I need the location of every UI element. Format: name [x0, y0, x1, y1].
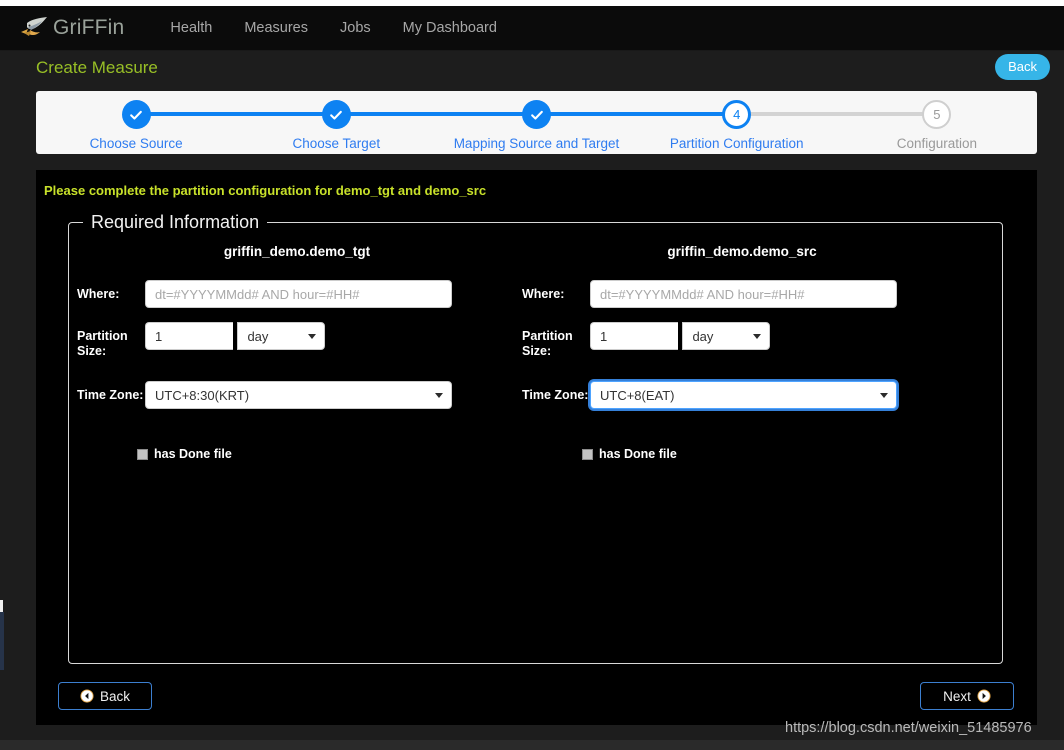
step-label-3: Mapping Source and Target	[453, 136, 620, 151]
target-where-row: Where:	[77, 280, 517, 308]
arrow-circle-right-icon	[977, 689, 991, 703]
check-icon	[530, 110, 543, 120]
wizard-stepper: Choose Source Choose Target Mapping Sour…	[36, 91, 1037, 154]
footer-back-button[interactable]: Back	[58, 682, 152, 710]
source-done-file-checkbox[interactable]	[582, 448, 593, 460]
check-icon	[330, 110, 343, 120]
source-partition-size-label: Partition Size:	[522, 329, 573, 358]
source-timezone-row: Time Zone: UTC+8(EAT)	[522, 381, 962, 409]
left-edge-artifact	[0, 612, 4, 670]
top-navbar: GriFFin Health Measures Jobs My Dashboar…	[0, 6, 1064, 51]
footer-back-label: Back	[99, 688, 130, 704]
nav-link-measures[interactable]: Measures	[228, 6, 324, 51]
step-circle-4[interactable]: 4	[722, 100, 752, 129]
source-where-input[interactable]	[590, 280, 897, 308]
nav-link-jobs[interactable]: Jobs	[324, 6, 387, 51]
page-header: Create Measure Back	[0, 51, 1064, 87]
watermark-text: https://blog.csdn.net/weixin_51485976	[785, 720, 1032, 736]
step-label-2: Choose Target	[292, 136, 381, 151]
source-where-row: Where:	[522, 280, 962, 308]
target-timezone-wrap: UTC+8:30(KRT)	[145, 381, 452, 409]
step-connector-5	[736, 112, 937, 116]
fieldset-legend: Required Information	[91, 212, 260, 232]
left-edge-artifact-light	[0, 600, 3, 612]
target-done-file-label[interactable]: has Done file	[154, 447, 232, 461]
brand-text: GriFFin	[53, 16, 125, 39]
step-configuration[interactable]: 5 Configuration	[736, 91, 1037, 154]
column-target-title: griffin_demo.demo_tgt	[223, 244, 371, 259]
step-partition-configuration[interactable]: 4 Partition Configuration	[536, 91, 937, 154]
notice-text: Please complete the partition configurat…	[44, 183, 487, 198]
step-label-1: Choose Source	[89, 136, 183, 151]
griffin-logo-icon	[21, 17, 47, 36]
target-timezone-row: Time Zone: UTC+8:30(KRT)	[77, 381, 517, 409]
target-partition-size-row: Partition Size: day	[77, 322, 517, 359]
source-timezone-select[interactable]: UTC+8(EAT)	[590, 381, 897, 409]
step-circle-2[interactable]	[321, 100, 351, 129]
source-partition-unit-select[interactable]: day	[682, 322, 771, 350]
target-partition-size-input[interactable]	[145, 322, 233, 350]
stepper-track: Choose Source Choose Target Mapping Sour…	[36, 91, 1037, 154]
target-where-label: Where:	[77, 287, 120, 301]
source-done-file-row: has Done file	[582, 447, 962, 461]
source-where-label: Where:	[522, 287, 565, 301]
source-partition-size-row: Partition Size: day	[522, 322, 962, 359]
nav-links: Health Measures Jobs My Dashboard	[154, 6, 513, 51]
step-mapping-source-and-target[interactable]: Mapping Source and Target	[336, 91, 737, 154]
target-partition-size-label: Partition Size:	[77, 329, 128, 358]
step-choose-target[interactable]: Choose Target	[136, 91, 537, 154]
target-done-file-checkbox[interactable]	[137, 448, 148, 460]
source-partition-unit-wrap: day	[682, 322, 771, 350]
column-source: griffin_demo.demo_src Where: Partition S…	[522, 233, 962, 461]
nav-link-health[interactable]: Health	[154, 6, 228, 51]
target-partition-unit-select[interactable]: day	[237, 322, 326, 350]
page-title: Create Measure	[36, 58, 158, 77]
nav-link-my-dashboard[interactable]: My Dashboard	[387, 6, 513, 51]
source-done-file-label[interactable]: has Done file	[599, 447, 677, 461]
column-source-title: griffin_demo.demo_src	[667, 244, 817, 259]
target-done-file-row: has Done file	[137, 447, 517, 461]
step-circle-1[interactable]	[121, 100, 151, 129]
header-back-button[interactable]: Back	[995, 54, 1050, 80]
column-target: griffin_demo.demo_tgt Where: Partition S…	[77, 233, 517, 461]
step-label-4: Partition Configuration	[669, 136, 804, 151]
target-timezone-label: Time Zone:	[77, 388, 144, 402]
partition-config-panel: Please complete the partition configurat…	[36, 170, 1037, 725]
source-partition-size-input[interactable]	[590, 322, 678, 350]
step-choose-source[interactable]: Choose Source	[36, 91, 337, 154]
step-label-5: Configuration	[896, 136, 978, 151]
target-partition-unit-wrap: day	[237, 322, 326, 350]
footer-next-label: Next	[943, 688, 971, 704]
step-circle-5[interactable]: 5	[922, 100, 952, 129]
brand[interactable]: GriFFin	[18, 6, 124, 51]
bottom-edge-strip	[0, 740, 1064, 750]
columns-container: griffin_demo.demo_tgt Where: Partition S…	[69, 233, 1002, 663]
target-where-input[interactable]	[145, 280, 452, 308]
source-timezone-label: Time Zone:	[522, 388, 589, 402]
footer-next-button[interactable]: Next	[920, 682, 1014, 710]
step-circle-3[interactable]	[522, 100, 551, 129]
required-information-fieldset: Required Information griffin_demo.demo_t…	[68, 212, 1003, 664]
arrow-circle-left-icon	[80, 689, 94, 703]
target-timezone-select[interactable]: UTC+8:30(KRT)	[145, 381, 452, 409]
check-icon	[130, 110, 142, 120]
source-timezone-wrap: UTC+8(EAT)	[590, 381, 897, 409]
